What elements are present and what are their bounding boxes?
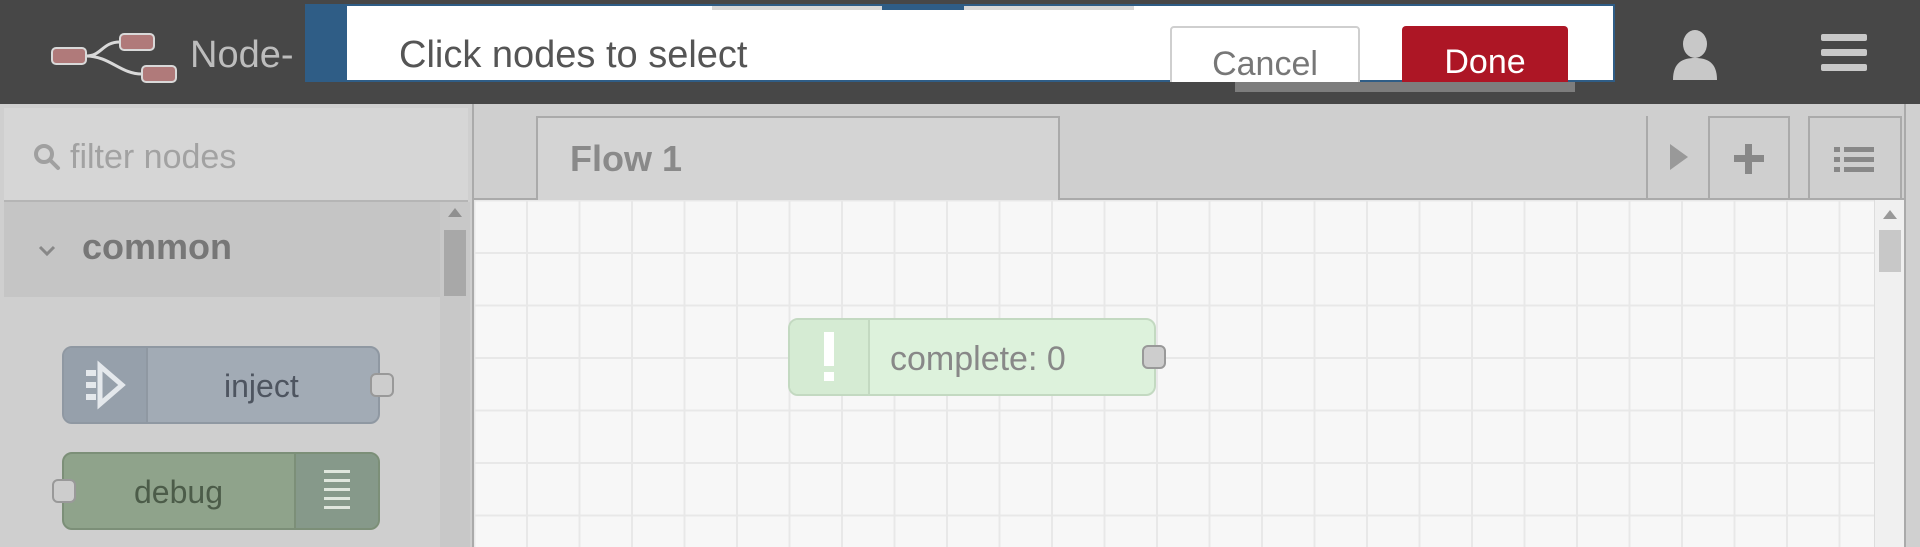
scroll-tabs-button[interactable] [1646, 116, 1708, 198]
workspace-tabs-bar: Flow 1 [474, 104, 1904, 200]
flow-canvas[interactable] [474, 200, 1874, 547]
canvas-scrollbar[interactable] [1874, 200, 1905, 547]
debug-list-icon [294, 454, 378, 528]
scrollbar-thumb[interactable] [444, 230, 466, 296]
select-nodes-notification: Click nodes to select Cancel Done [305, 4, 1615, 94]
inject-arrow-icon [64, 348, 148, 422]
palette-node-debug[interactable]: debug [52, 452, 380, 530]
play-arrow-icon [1670, 144, 1688, 170]
node-red-logo-icon [51, 33, 177, 83]
flow-node-complete[interactable]: complete: 0 [788, 318, 1166, 396]
add-flow-button[interactable] [1708, 116, 1790, 198]
input-port[interactable] [52, 479, 76, 503]
app-title: Node- [190, 34, 294, 76]
filter-nodes-input[interactable] [68, 136, 452, 178]
palette-node-inject[interactable]: inject [62, 346, 394, 424]
plus-icon [1734, 144, 1764, 174]
notification-shadow [1235, 82, 1575, 92]
palette-filter [4, 108, 468, 202]
category-label: common [82, 226, 233, 267]
scrollbar-thumb[interactable] [1879, 230, 1901, 272]
node-label: inject [224, 368, 299, 404]
list-icon [1834, 147, 1874, 172]
notification-message: Click nodes to select [399, 34, 748, 76]
tab-label: Flow 1 [570, 138, 683, 179]
user-icon[interactable] [1665, 24, 1725, 84]
node-label: complete: 0 [890, 340, 1066, 378]
alert-exclamation-icon [790, 320, 870, 394]
node-label: debug [134, 474, 223, 510]
flow-list-button[interactable] [1808, 116, 1902, 198]
category-common-header[interactable]: common [4, 202, 440, 297]
notification-border-segment [882, 6, 964, 10]
search-icon [34, 144, 60, 170]
palette-scrollbar[interactable] [440, 202, 470, 547]
hamburger-menu-icon[interactable] [1815, 28, 1875, 78]
scroll-up-arrow-icon[interactable] [448, 208, 462, 217]
output-port[interactable] [370, 373, 394, 397]
sidebar-edge [1904, 104, 1920, 547]
chevron-down-icon [38, 245, 56, 257]
output-port[interactable] [1142, 345, 1166, 369]
tab-flow-1[interactable]: Flow 1 [536, 116, 1060, 200]
notification-border-segment [712, 6, 882, 10]
notification-border-segment [964, 6, 1134, 10]
scroll-up-arrow-icon[interactable] [1883, 210, 1897, 219]
